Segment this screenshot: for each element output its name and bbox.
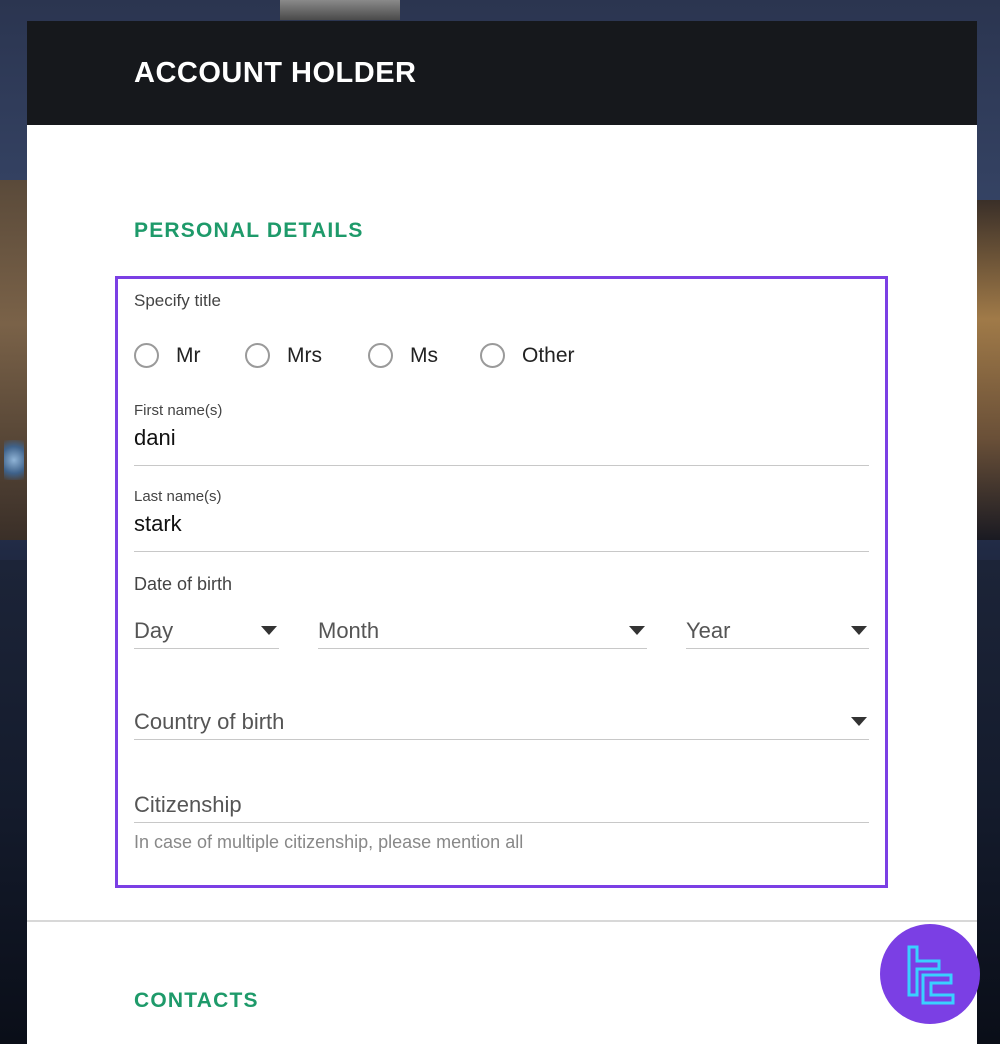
last-name-field[interactable]: Last name(s) stark [134,488,869,552]
section-title-personal-details: PERSONAL DETAILS [134,219,364,242]
radio-label: Mrs [287,343,322,367]
title-radio-group: Mr Mrs Ms Other [134,343,575,368]
radio-option-ms[interactable]: Ms [368,343,480,368]
chevron-down-icon [261,626,277,635]
background-building-left [0,180,28,540]
section-title-contacts: CONTACTS [134,989,259,1012]
radio-option-mrs[interactable]: Mrs [245,343,368,368]
radio-option-mr[interactable]: Mr [134,343,245,368]
last-name-label: Last name(s) [134,488,222,505]
first-name-label: First name(s) [134,402,223,419]
dob-label: Date of birth [134,574,233,594]
country-of-birth-select[interactable]: Country of birth [134,704,869,740]
brand-logo [880,924,980,1024]
brand-logo-icon [907,945,955,1005]
background-ornament [280,0,400,20]
citizenship-helper-text: In case of multiple citizenship, please … [134,832,524,852]
chevron-down-icon [851,626,867,635]
dob-day-placeholder: Day [134,617,174,643]
radio-circle-icon[interactable] [245,343,270,368]
radio-label: Other [522,343,575,367]
page-title: ACCOUNT HOLDER [134,56,417,89]
last-name-value[interactable]: stark [134,511,869,537]
radio-circle-icon[interactable] [480,343,505,368]
country-of-birth-placeholder: Country of birth [134,708,285,734]
account-holder-card: ACCOUNT HOLDER PERSONAL DETAILS Specify … [27,21,977,1044]
citizenship-placeholder: Citizenship [134,791,242,817]
radio-option-other[interactable]: Other [480,343,575,368]
chevron-down-icon [851,717,867,726]
radio-label: Ms [410,343,438,367]
title-group-label: Specify title [134,291,221,310]
first-name-value[interactable]: dani [134,425,869,451]
radio-label: Mr [176,343,201,367]
dob-day-select[interactable]: Day [134,613,279,649]
dob-year-select[interactable]: Year [686,613,869,649]
citizenship-input[interactable]: Citizenship [134,787,869,823]
background-lights [4,440,24,480]
dob-month-placeholder: Month [318,617,380,643]
background-building-right [976,200,1000,540]
first-name-field[interactable]: First name(s) dani [134,402,869,466]
card-header: ACCOUNT HOLDER [27,21,977,125]
radio-circle-icon[interactable] [368,343,393,368]
radio-circle-icon[interactable] [134,343,159,368]
dob-year-placeholder: Year [686,617,731,643]
section-divider [27,920,977,922]
dob-month-select[interactable]: Month [318,613,647,649]
chevron-down-icon [629,626,645,635]
